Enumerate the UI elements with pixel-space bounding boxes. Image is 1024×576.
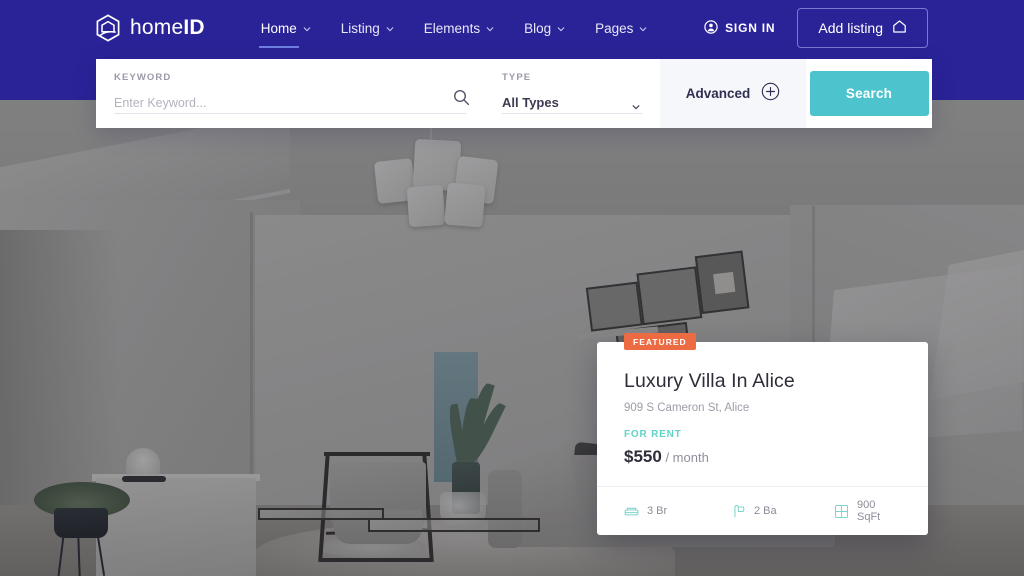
sign-in-button[interactable]: SIGN IN [704,19,776,37]
shower-icon [731,504,746,519]
bed-icon [624,504,639,519]
nav-item-label: Pages [595,20,634,36]
keyword-underline [114,113,466,114]
featured-badge: FEATURED [624,333,696,350]
plus-circle-icon [761,82,780,106]
nav-item-pages[interactable]: Pages [593,15,649,42]
search-button-zone: Search [806,59,932,128]
property-amenities: 3 Br 2 Ba 900 SqFt [597,487,928,535]
type-field-label: TYPE [502,72,532,83]
type-underline [502,113,642,114]
chevron-down-icon [386,21,394,36]
chevron-down-icon [639,21,647,36]
property-price: $550 / month [624,447,901,467]
chevron-down-icon [557,21,565,36]
nav-right-group: SIGN IN Add listing [704,8,928,48]
brand-name-bold: ID [183,16,205,39]
property-status-label: FOR RENT [624,429,682,440]
area-grid-icon [834,504,849,519]
nav-item-blog[interactable]: Blog [522,15,567,42]
property-card-body: Luxury Villa In Alice 909 S Cameron St, … [597,342,928,467]
property-price-period: / month [665,450,709,465]
top-navigation-bar: homeID Home Listing Elements Blog Pages … [0,0,1024,56]
keyword-field[interactable]: KEYWORD Enter Keyword... [96,59,484,128]
keyword-field-label: KEYWORD [114,72,172,83]
search-panel: KEYWORD Enter Keyword... TYPE All Types … [96,59,932,128]
brand-logo[interactable]: homeID [95,14,205,42]
hexagon-house-icon [95,14,121,42]
chevron-down-icon[interactable] [632,98,640,110]
brand-name-light: home [130,16,184,39]
chevron-down-icon [303,21,311,36]
magnifier-icon[interactable] [453,89,470,106]
advanced-search-toggle[interactable]: Advanced [660,59,806,128]
amenity-area: 900 SqFt [834,499,901,523]
brand-name: homeID [130,16,205,40]
type-field[interactable]: TYPE All Types [484,59,660,128]
amenity-area-value: 900 SqFt [857,499,881,523]
keyword-input-placeholder: Enter Keyword... [114,96,207,110]
nav-item-label: Home [260,20,297,36]
nav-item-label: Elements [423,20,481,36]
nav-item-listing[interactable]: Listing [339,15,396,42]
nav-item-label: Listing [340,20,380,36]
nav-item-home[interactable]: Home [258,15,313,48]
amenity-bedrooms: 3 Br [624,504,731,519]
property-card[interactable]: FEATURED Luxury Villa In Alice 909 S Cam… [597,333,928,535]
amenity-bathrooms-value: 2 Ba [753,505,777,517]
home-outline-icon [892,19,907,37]
amenity-bathrooms: 2 Ba [731,504,834,519]
sign-in-label: SIGN IN [725,21,776,35]
amenity-bedrooms-value: 3 Br [647,505,668,517]
chevron-down-icon [486,21,494,36]
user-circle-icon [704,19,718,37]
type-selected-value: All Types [502,95,559,110]
add-listing-button[interactable]: Add listing [797,8,928,48]
main-menu: Home Listing Elements Blog Pages [258,15,650,48]
nav-item-label: Blog [524,20,552,36]
property-price-amount: $550 [624,447,662,466]
property-title[interactable]: Luxury Villa In Alice [624,370,901,393]
property-address: 909 S Cameron St, Alice [624,402,750,414]
nav-item-elements[interactable]: Elements [422,15,496,42]
search-button[interactable]: Search [809,71,929,116]
add-listing-label: Add listing [818,20,883,36]
advanced-label: Advanced [685,86,751,101]
